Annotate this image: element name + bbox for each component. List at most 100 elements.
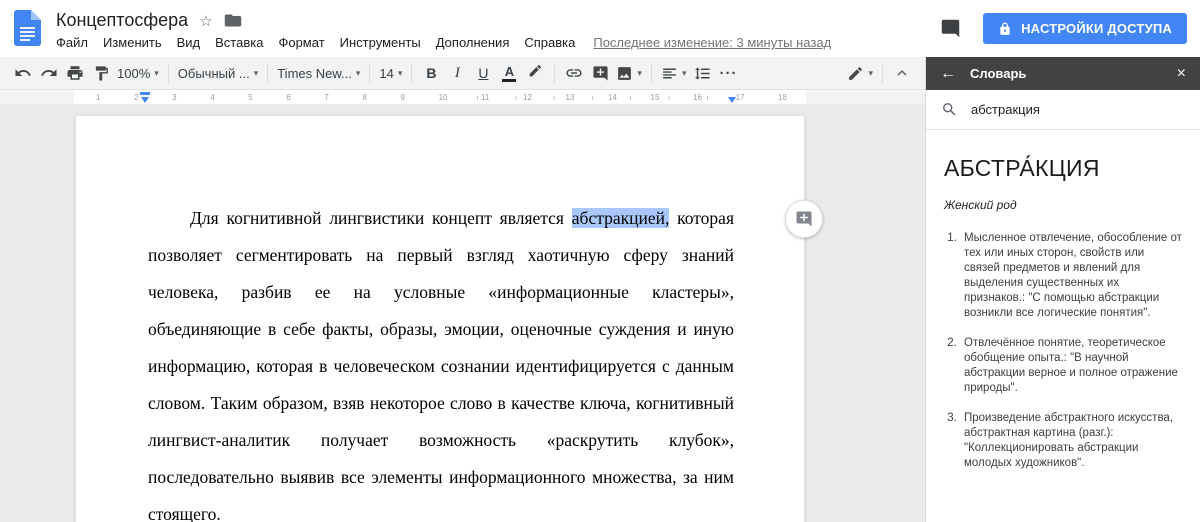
document-text[interactable]: Для когнитивной лингвистики концепт явля… [76, 116, 804, 522]
dictionary-body: АБСТРА́КЦИЯ Женский род Мысленное отвлеч… [926, 130, 1200, 471]
font-family-select[interactable]: Times New... ▾ [274, 60, 363, 86]
collapse-toolbar-button[interactable] [889, 60, 915, 86]
right-indent-marker[interactable] [728, 97, 736, 103]
zoom-select[interactable]: 100% ▾ [114, 60, 162, 86]
dictionary-gender: Женский род [944, 198, 1182, 212]
text-color-icon: A [502, 65, 516, 82]
dictionary-search[interactable] [926, 90, 1200, 130]
menu-справка[interactable]: Справка [524, 35, 575, 50]
share-button[interactable]: НАСТРОЙКИ ДОСТУПА [983, 13, 1187, 44]
bold-button[interactable]: B [418, 60, 444, 86]
ruler-number: 9 [399, 93, 407, 103]
more-icon: ··· [719, 65, 737, 82]
dictionary-panel-header: ← Словарь × [926, 57, 1200, 90]
editing-mode-button[interactable]: ▾ [844, 60, 876, 86]
highlight-color-button[interactable] [522, 60, 548, 86]
menu-изменить[interactable]: Изменить [103, 35, 162, 50]
redo-button[interactable] [36, 60, 62, 86]
folder-icon[interactable] [224, 13, 242, 28]
toolbar-separator [882, 64, 883, 83]
ruler-number: 12 [521, 93, 534, 103]
ruler-number: 10 [437, 93, 450, 103]
document-title[interactable]: Концептосфера [56, 10, 188, 31]
menu-инструменты[interactable]: Инструменты [340, 35, 421, 50]
definition-item: Мысленное отвлечение, обособление от тех… [960, 231, 1182, 321]
dropdown-arrow-icon: ▾ [154, 69, 159, 78]
menu-вставка[interactable]: Вставка [215, 35, 263, 50]
star-icon[interactable]: ☆ [199, 12, 212, 30]
font-family-value: Times New... [277, 66, 352, 81]
add-comment-fab-button[interactable] [785, 200, 823, 238]
print-icon [66, 64, 84, 82]
close-icon[interactable]: × [1177, 66, 1186, 82]
toolbar-separator [267, 64, 268, 83]
ruler-number: 6 [284, 93, 292, 103]
back-icon[interactable]: ← [940, 66, 956, 82]
lock-icon [998, 22, 1012, 36]
dropdown-arrow-icon: ▾ [254, 69, 259, 78]
insert-link-button[interactable] [561, 60, 587, 86]
docs-logo-icon[interactable] [14, 10, 41, 51]
ruler-number: 13 [564, 93, 577, 103]
add-comment-icon [795, 210, 813, 228]
ruler-number: 1 [94, 93, 102, 103]
menu-дополнения[interactable]: Дополнения [436, 35, 510, 50]
ruler-number: 5 [246, 93, 254, 103]
undo-button[interactable] [10, 60, 36, 86]
dictionary-search-input[interactable] [971, 102, 1185, 117]
dropdown-arrow-icon: ▾ [398, 69, 403, 78]
last-edit-link[interactable]: Последнее изменение: 3 минуты назад [593, 35, 831, 50]
menu-файл[interactable]: Файл [56, 35, 88, 50]
dropdown-arrow-icon: ▾ [356, 69, 361, 78]
definitions-list: Мысленное отвлечение, обособление от тех… [944, 231, 1182, 471]
ruler-number: 15 [649, 93, 662, 103]
google-docs-app: Концептосфера ☆ Файл Изменить Вид Вставка Фо… [0, 0, 1200, 522]
dictionary-headword: АБСТРА́КЦИЯ [944, 155, 1182, 182]
paint-format-button[interactable] [88, 60, 114, 86]
selected-text[interactable]: абстракцией, [572, 208, 670, 228]
ruler-number: 8 [360, 93, 368, 103]
menu-формат[interactable]: Формат [278, 35, 324, 50]
document-canvas: Для когнитивной лингвистики концепт явля… [0, 105, 925, 522]
underline-button[interactable]: U [470, 60, 496, 86]
share-button-label: НАСТРОЙКИ ДОСТУПА [1021, 21, 1172, 36]
highlighter-icon [527, 65, 543, 81]
line-spacing-icon [694, 65, 711, 82]
menu-row: Файл Изменить Вид Вставка Формат Инструменты Д… [56, 35, 940, 50]
paragraph-1-before: Для когнитивной лингвистики концепт явля… [190, 208, 572, 228]
pencil-icon [847, 65, 864, 82]
menu-вид[interactable]: Вид [177, 35, 201, 50]
toolbar-separator [168, 64, 169, 83]
dictionary-panel: ← Словарь × АБСТРА́КЦИЯ Женский род Мысл… [925, 57, 1200, 522]
insert-image-button[interactable]: ▾ [613, 60, 645, 86]
document-page[interactable]: Для когнитивной лингвистики концепт явля… [75, 115, 805, 522]
header-main: Концептосфера ☆ Файл Изменить Вид Вставка Фо… [56, 0, 940, 50]
paragraph-1-after: которая позволяет сегментировать на перв… [148, 208, 734, 522]
comments-icon[interactable] [940, 18, 961, 39]
print-button[interactable] [62, 60, 88, 86]
ruler-number: 18 [776, 93, 789, 103]
app-header: Концептосфера ☆ Файл Изменить Вид Вставка Фо… [0, 0, 1200, 57]
toolbar: 100% ▾ Обычный ... ▾ Times New... ▾ 14 ▾… [0, 57, 925, 90]
paragraph-style-value: Обычный ... [178, 66, 250, 81]
dropdown-arrow-icon: ▾ [637, 69, 642, 78]
insert-comment-button[interactable] [587, 60, 613, 86]
link-icon [565, 64, 583, 82]
toolbar-right: ▾ [844, 60, 915, 86]
italic-button[interactable]: I [444, 60, 470, 86]
text-color-button[interactable]: A [496, 60, 522, 86]
left-indent-marker[interactable] [141, 97, 149, 103]
header-right: НАСТРОЙКИ ДОСТУПА [940, 0, 1200, 44]
ruler[interactable]: 123456789101112131415161718 [0, 90, 925, 105]
undo-icon [14, 64, 32, 82]
paragraph-style-select[interactable]: Обычный ... ▾ [175, 60, 261, 86]
ruler-number: 3 [170, 93, 178, 103]
first-line-indent-marker[interactable] [140, 92, 150, 95]
more-options-button[interactable]: ··· [715, 60, 741, 86]
font-size-select[interactable]: 14 ▾ [376, 60, 405, 86]
line-spacing-button[interactable] [689, 60, 715, 86]
ruler-number: 14 [606, 93, 619, 103]
dropdown-arrow-icon: ▾ [868, 69, 873, 78]
toolbar-separator [369, 64, 370, 83]
align-button[interactable]: ▾ [658, 60, 690, 86]
